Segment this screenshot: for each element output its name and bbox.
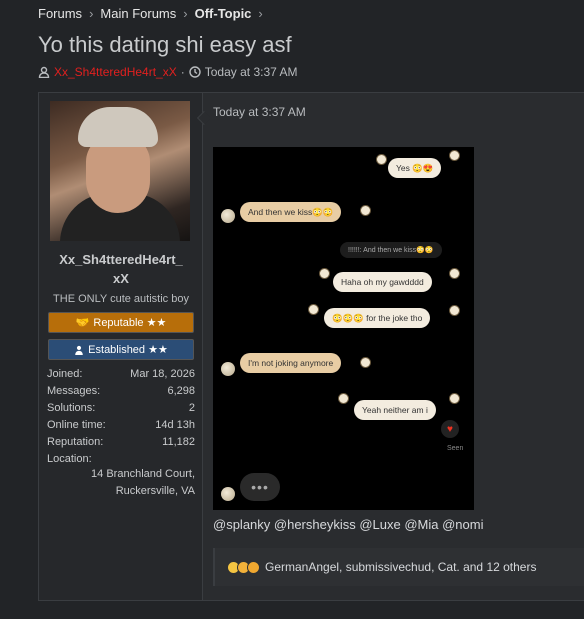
thread-time[interactable]: Today at 3:37 AM (205, 65, 298, 79)
sticker-icon (449, 305, 460, 316)
badge-reputable-label: Reputable ★★ (93, 317, 167, 329)
breadcrumb-off-topic[interactable]: Off-Topic (195, 6, 252, 21)
chat-bubble-sent: Haha oh my gawdddd (333, 272, 432, 292)
sticker-icon (449, 150, 460, 161)
post: Xx_Sh4tteredHe4rt_ xX THE ONLY cute auti… (38, 92, 584, 601)
chat-bubble-received: And then we kiss😳😳 (240, 202, 342, 222)
sticker-icon (360, 357, 371, 368)
chat-bubble-received: I'm not joking anymore (240, 353, 342, 373)
chat-reply-quote: !!!!!!: And then we kiss😳😳 (340, 242, 442, 258)
handshake-icon: 🤝 (75, 317, 90, 329)
chat-avatar (221, 209, 235, 223)
sticker-icon (338, 393, 349, 404)
stat-row: Messages: 6,298 (47, 383, 195, 400)
stat-label: Joined: (47, 368, 83, 380)
badge-established: Established ★★ (48, 339, 194, 360)
stat-value: 6,298 (167, 385, 195, 397)
chat-avatar (221, 487, 235, 501)
user-stats: Joined: Mar 18, 2026 Messages: 6,298 Solut… (47, 366, 195, 468)
stat-row: Reputation: 11,182 (47, 434, 195, 451)
thread-author-link[interactable]: Xx_Sh4tteredHe4rt_xX (54, 65, 177, 79)
post-time[interactable]: Today at 3:37 AM (213, 105, 306, 119)
username-line2: xX (113, 271, 129, 286)
avatar[interactable] (50, 101, 190, 241)
user-title: THE ONLY cute autistic boy (53, 293, 189, 305)
chat-bubble-sent: Yeah neither am i (354, 400, 436, 420)
clock-icon (189, 66, 201, 78)
stat-label: Online time: (47, 419, 106, 431)
page-title: Yo this dating shi easy asf (38, 32, 292, 57)
username[interactable]: Xx_Sh4tteredHe4rt_ xX (39, 250, 203, 288)
chevron-right-icon: › (183, 6, 188, 21)
stat-row: Solutions: 2 (47, 400, 195, 417)
stat-value: Mar 18, 2026 (130, 368, 195, 380)
stat-row: Online time: 14d 13h (47, 417, 195, 434)
stat-value: 14d 13h (155, 419, 195, 431)
sticker-icon (360, 205, 371, 216)
thread-meta: Xx_Sh4tteredHe4rt_xX · Today at 3:37 AM (38, 65, 297, 79)
stat-label: Messages: (47, 385, 101, 397)
sticker-icon (376, 154, 387, 165)
user-icon (75, 345, 83, 355)
stat-label: Reputation: (47, 436, 104, 448)
badge-reputable: 🤝 Reputable ★★ (48, 312, 194, 333)
location-value: 14 Branchland Court, Ruckersville, VA (39, 466, 195, 500)
typing-indicator: ••• (240, 473, 280, 501)
badge-established-label: Established ★★ (88, 344, 168, 356)
sticker-icon (449, 268, 460, 279)
user-icon (38, 66, 50, 78)
breadcrumb: Forums › Main Forums › Off-Topic › (38, 6, 270, 21)
breadcrumb-main-forums[interactable]: Main Forums (100, 6, 176, 21)
chat-avatar (221, 362, 235, 376)
user-info: Xx_Sh4tteredHe4rt_ xX THE ONLY cute auti… (39, 93, 203, 600)
reaction-icons (227, 560, 260, 574)
chat-bubble-sent: 😳😳😳 for the joke tho (324, 308, 431, 328)
reactions-bar[interactable]: GermanAngel, submissivechud, Cat. and 12… (213, 548, 584, 586)
location-line2: Ruckersville, VA (115, 485, 195, 497)
reaction-emoji-icon (247, 560, 260, 574)
breadcrumb-forums[interactable]: Forums (38, 6, 82, 21)
stat-row: Joined: Mar 18, 2026 (47, 366, 195, 383)
stat-label: Solutions: (47, 402, 96, 414)
chevron-right-icon: › (89, 6, 94, 21)
post-mentions[interactable]: @splanky @hersheykiss @Luxe @Mia @nomi (213, 517, 483, 532)
stat-value: 11,182 (162, 436, 195, 448)
chat-bubble-sent: Yes 😳😍 (388, 158, 442, 178)
heart-icon: ♥ (441, 420, 459, 438)
chat-screenshot[interactable]: Yes 😳😍 And then we kiss😳😳 !!!!!!: And th… (213, 147, 474, 510)
stat-value: 2 (188, 402, 195, 414)
chevron-right-icon: › (258, 6, 263, 21)
seen-label: Seen (447, 445, 464, 452)
location-line1: 14 Branchland Court, (91, 468, 195, 480)
sticker-icon (319, 268, 330, 279)
reactions-list[interactable]: GermanAngel, submissivechud, Cat. and 12… (265, 560, 536, 574)
username-line1: Xx_Sh4tteredHe4rt_ (59, 252, 183, 267)
sticker-icon (449, 393, 460, 404)
meta-separator: · (180, 65, 185, 79)
post-content: Today at 3:37 AM Yes 😳😍 And then we kiss… (204, 93, 584, 600)
sticker-icon (308, 304, 319, 315)
